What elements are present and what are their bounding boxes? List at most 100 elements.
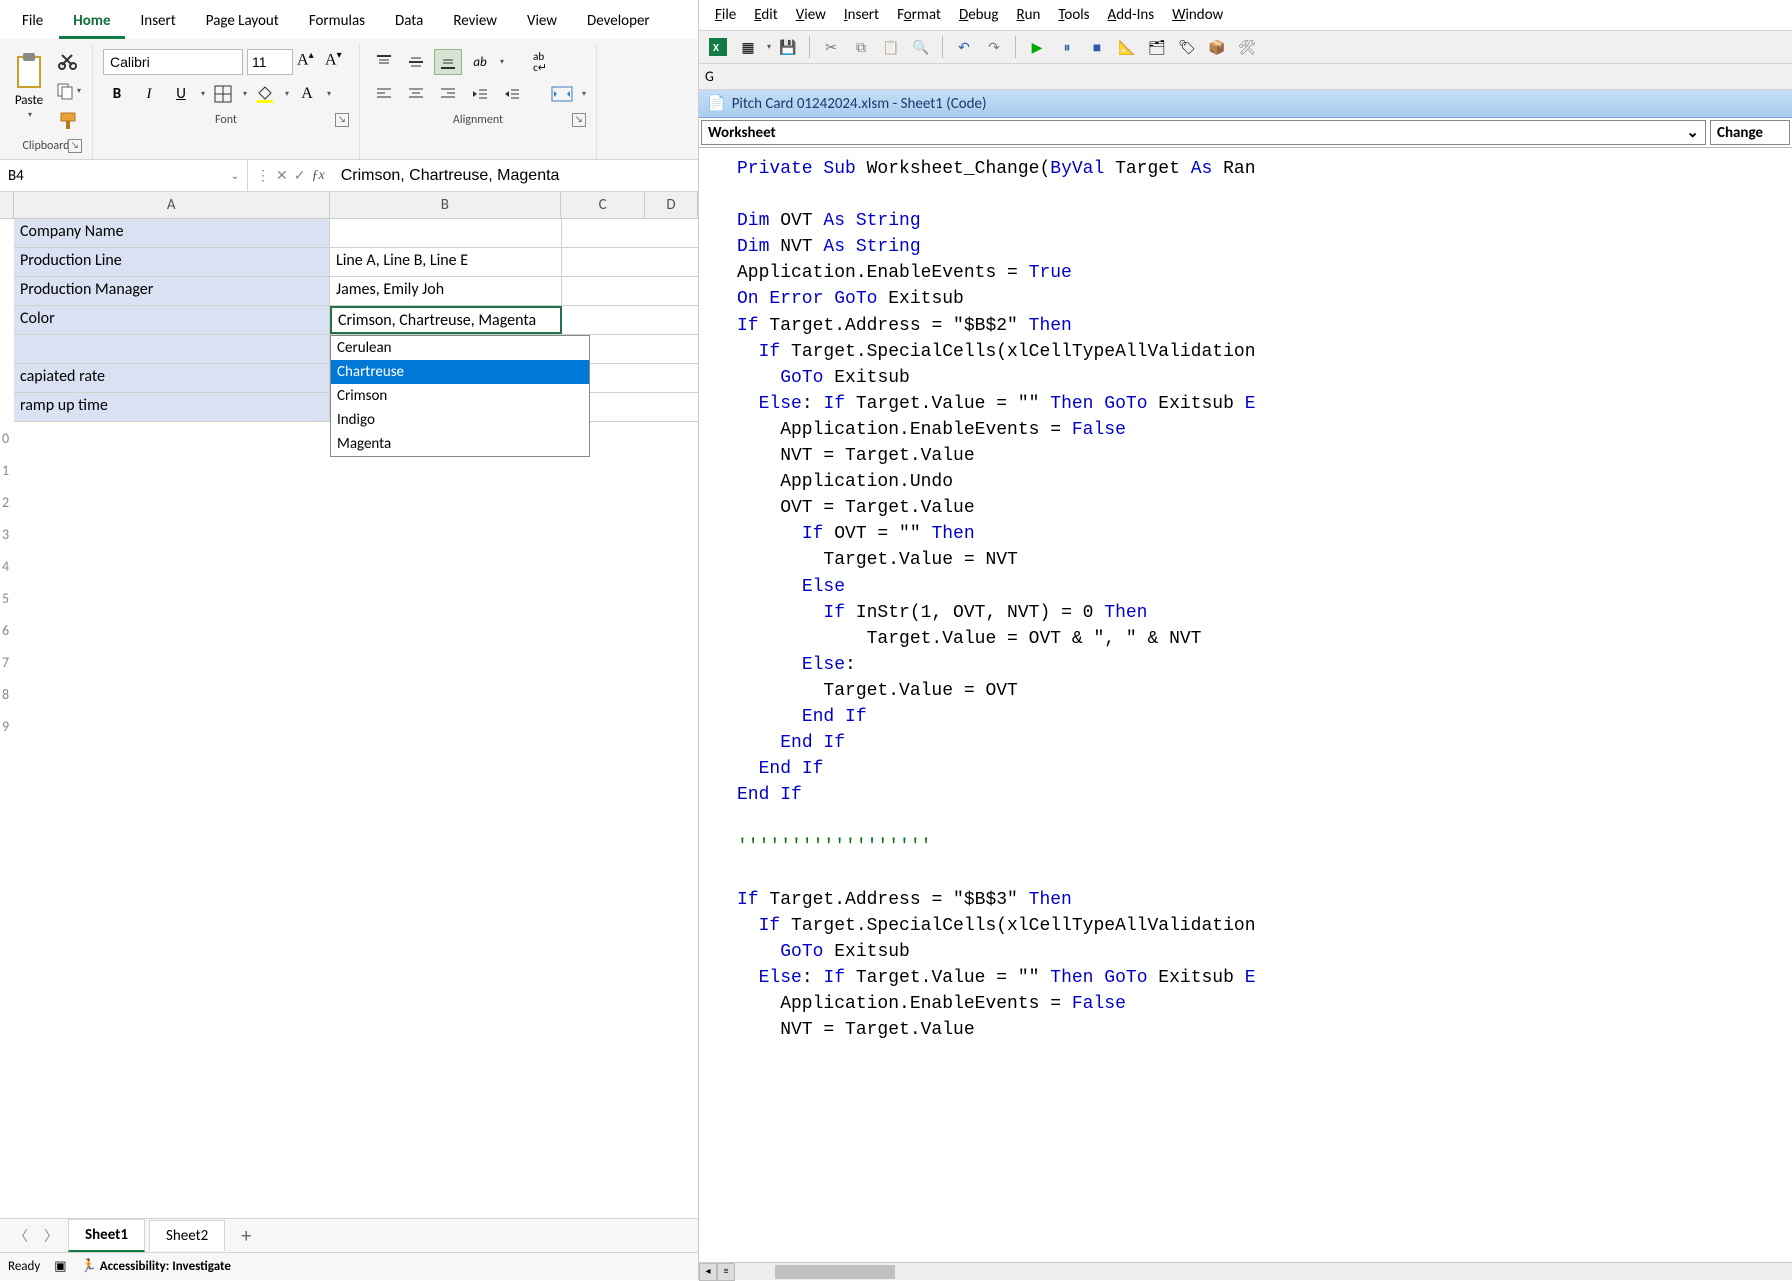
- align-middle-button[interactable]: [402, 49, 430, 75]
- project-explorer-icon[interactable]: 🗂: [1144, 34, 1170, 60]
- properties-icon[interactable]: 🏷: [1174, 34, 1200, 60]
- reset-icon[interactable]: ■: [1084, 34, 1110, 60]
- scroll-thumb[interactable]: [775, 1265, 895, 1279]
- cell-b4[interactable]: Crimson, Chartreuse, Magenta▼: [330, 306, 562, 334]
- cell-a2[interactable]: Production Line: [14, 248, 330, 276]
- bold-button[interactable]: B: [103, 81, 131, 107]
- fx-icon[interactable]: ƒx: [311, 168, 324, 184]
- procedure-selector[interactable]: Change: [1710, 120, 1790, 145]
- copy-button[interactable]: ▾: [54, 79, 82, 103]
- vbe-menu-addins[interactable]: Add-Ins: [1100, 4, 1163, 26]
- wrap-text-button[interactable]: abc↵: [526, 49, 554, 75]
- formula-input[interactable]: [333, 163, 698, 189]
- row-header[interactable]: 5: [0, 582, 698, 614]
- vbe-menu-edit[interactable]: Edit: [746, 4, 785, 26]
- tab-file[interactable]: File: [8, 6, 57, 39]
- fill-color-button[interactable]: [251, 81, 279, 107]
- tab-view[interactable]: View: [513, 6, 571, 39]
- name-box[interactable]: B4⌄: [0, 160, 248, 191]
- cell-a7[interactable]: ramp up time: [14, 393, 330, 421]
- object-selector[interactable]: Worksheet⌄: [701, 120, 1706, 145]
- cell-b2[interactable]: Line A, Line B, Line E: [330, 248, 562, 276]
- tab-formulas[interactable]: Formulas: [295, 6, 379, 39]
- col-header-b[interactable]: B: [330, 192, 562, 218]
- decrease-indent-button[interactable]: [466, 81, 494, 107]
- tab-page-layout[interactable]: Page Layout: [192, 6, 293, 39]
- vbe-menu-format[interactable]: Format: [889, 4, 949, 26]
- cut-button[interactable]: [54, 49, 82, 73]
- increase-indent-button[interactable]: [498, 81, 526, 107]
- horizontal-scrollbar[interactable]: ◂ ≡: [699, 1262, 1792, 1280]
- row-header[interactable]: 3: [0, 518, 698, 550]
- tab-data[interactable]: Data: [381, 6, 437, 39]
- row-header[interactable]: 7: [0, 646, 698, 678]
- copy-icon[interactable]: ⧉: [848, 34, 874, 60]
- dropdown-item[interactable]: Chartreuse: [331, 360, 589, 384]
- vbe-menu-insert[interactable]: Insert: [836, 4, 887, 26]
- dropdown-item[interactable]: Indigo: [331, 408, 589, 432]
- cell-a5[interactable]: [14, 335, 330, 363]
- row-header[interactable]: 9: [0, 710, 698, 742]
- merge-center-button[interactable]: [548, 81, 576, 107]
- vbe-menu-tools[interactable]: Tools: [1050, 4, 1097, 26]
- align-bottom-button[interactable]: [434, 49, 462, 75]
- col-header-d[interactable]: D: [645, 192, 698, 218]
- sheet-tab-sheet2[interactable]: Sheet2: [149, 1220, 225, 1251]
- accessibility-status[interactable]: 🏃 Accessibility: Investigate: [81, 1259, 231, 1274]
- row-header[interactable]: 2: [0, 486, 698, 518]
- find-icon[interactable]: 🔍: [908, 34, 934, 60]
- enter-icon[interactable]: ✓: [294, 167, 306, 184]
- row-header[interactable]: 4: [0, 550, 698, 582]
- align-center-button[interactable]: [402, 81, 430, 107]
- borders-button[interactable]: [209, 81, 237, 107]
- object-browser-icon[interactable]: 📦: [1204, 34, 1230, 60]
- dialog-launcher-icon[interactable]: ↘: [335, 113, 349, 127]
- scroll-left-icon[interactable]: ◂: [699, 1263, 717, 1281]
- view-excel-icon[interactable]: X: [705, 34, 731, 60]
- col-header-a[interactable]: A: [14, 192, 330, 218]
- cancel-icon[interactable]: ✕: [276, 167, 288, 184]
- tab-review[interactable]: Review: [439, 6, 511, 39]
- add-sheet-button[interactable]: +: [229, 1224, 263, 1248]
- format-painter-button[interactable]: [54, 109, 82, 133]
- decrease-font-button[interactable]: A▾: [325, 50, 349, 74]
- increase-font-button[interactable]: A▴: [297, 50, 321, 74]
- dialog-launcher-icon[interactable]: ↘: [68, 139, 82, 153]
- sheet-next-icon[interactable]: 〉: [38, 1226, 64, 1246]
- cell-b1[interactable]: [330, 219, 562, 247]
- code-editor[interactable]: Private Sub Worksheet_Change(ByVal Targe…: [699, 148, 1792, 1262]
- cell-a6[interactable]: capiated rate: [14, 364, 330, 392]
- select-all-corner[interactable]: [0, 192, 14, 218]
- orientation-button[interactable]: ab: [466, 49, 494, 75]
- paste-icon[interactable]: 📋: [878, 34, 904, 60]
- row-header[interactable]: 6: [0, 614, 698, 646]
- run-icon[interactable]: ▶: [1024, 34, 1050, 60]
- tab-developer[interactable]: Developer: [573, 6, 664, 39]
- row-header[interactable]: 8: [0, 678, 698, 710]
- validation-dropdown[interactable]: Cerulean Chartreuse Crimson Indigo Magen…: [330, 335, 590, 457]
- dropdown-item[interactable]: Cerulean: [331, 336, 589, 360]
- spreadsheet-grid[interactable]: A B C D Company Name Production LineLine…: [0, 192, 698, 1218]
- cell-a3[interactable]: Production Manager: [14, 277, 330, 305]
- sheet-prev-icon[interactable]: 〈: [8, 1226, 34, 1246]
- dropdown-item[interactable]: Magenta: [331, 432, 589, 456]
- align-top-button[interactable]: [370, 49, 398, 75]
- vbe-menu-view[interactable]: View: [788, 4, 834, 26]
- paste-button[interactable]: Paste ▾: [10, 49, 48, 133]
- break-icon[interactable]: ⏸: [1054, 34, 1080, 60]
- font-color-button[interactable]: A: [293, 81, 321, 107]
- undo-icon[interactable]: ↶: [951, 34, 977, 60]
- align-left-button[interactable]: [370, 81, 398, 107]
- cell-a1[interactable]: Company Name: [14, 219, 330, 247]
- tab-home[interactable]: Home: [59, 6, 124, 39]
- cell-a4[interactable]: Color: [14, 306, 330, 334]
- insert-module-icon[interactable]: ▦: [735, 34, 761, 60]
- vbe-menu-window[interactable]: Window: [1164, 4, 1231, 26]
- design-mode-icon[interactable]: 📐: [1114, 34, 1140, 60]
- cell-b3[interactable]: James, Emily Joh: [330, 277, 562, 305]
- col-header-c[interactable]: C: [561, 192, 645, 218]
- vbe-menu-run[interactable]: Run: [1009, 4, 1049, 26]
- macro-record-icon[interactable]: ▣: [54, 1259, 66, 1274]
- sheet-tab-sheet1[interactable]: Sheet1: [68, 1219, 145, 1252]
- dropdown-item[interactable]: Crimson: [331, 384, 589, 408]
